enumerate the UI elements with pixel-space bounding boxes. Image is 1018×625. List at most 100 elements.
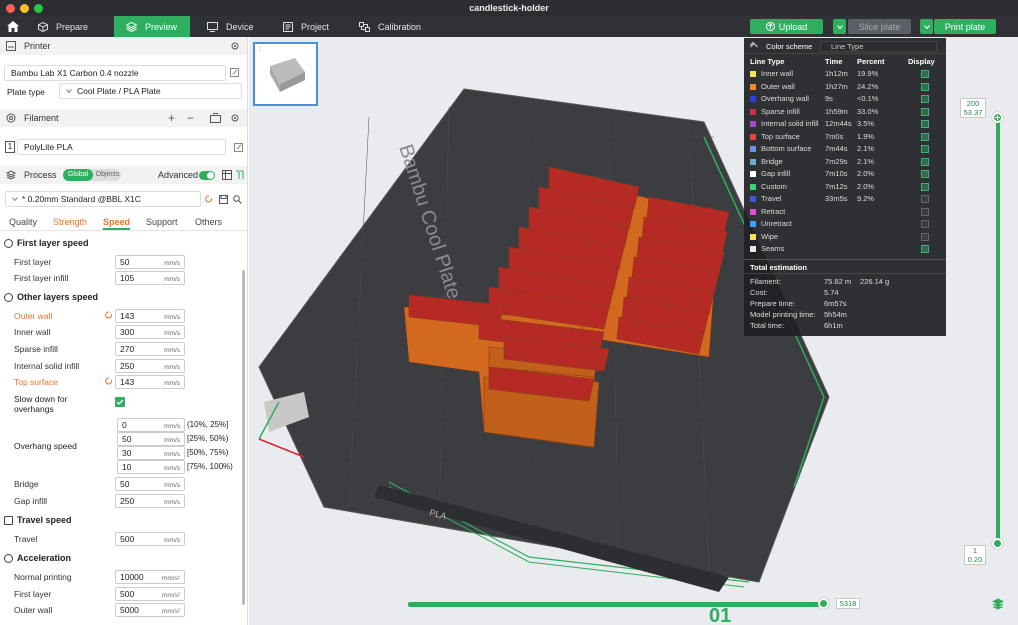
internal-solid-infill-input[interactable]: 250 mm/s: [115, 358, 185, 373]
travel-input[interactable]: 500 mm/s: [115, 531, 185, 546]
edit-icon[interactable]: [234, 143, 243, 152]
legend-row: Travel 33m5s 9.2%: [744, 193, 946, 205]
bridge-input[interactable]: 50 mm/s: [115, 476, 185, 491]
tab-device[interactable]: Device: [195, 16, 271, 37]
first-layer-infill-row: First layer infill 105 mm/s: [0, 269, 242, 286]
accel-first-layer-input[interactable]: 500 mm/s²: [115, 586, 185, 601]
printer-select[interactable]: Bambu Lab X1 Carbon 0.4 nozzle: [4, 65, 226, 81]
total-time-row: Total time: 6h1m: [750, 321, 843, 330]
plate-thumbnail[interactable]: 1: [253, 42, 318, 106]
collapse-icon[interactable]: [750, 42, 758, 48]
legend-line-type: Outer wall: [761, 81, 795, 91]
sparse-infill-input[interactable]: 270 mm/s: [115, 341, 185, 356]
filament-select[interactable]: PolyLite PLA: [17, 139, 226, 155]
legend-display-checkbox[interactable]: [921, 95, 929, 103]
global-option[interactable]: Global: [63, 169, 93, 181]
sidebar-scrollbar[interactable]: [242, 270, 245, 605]
legend-display-checkbox[interactable]: [921, 157, 929, 166]
close-window-button[interactable]: [6, 4, 15, 13]
top-surface-label: Top surface: [14, 376, 58, 387]
normal-printing-input[interactable]: 10000 mm/s²: [115, 569, 185, 584]
legend-display-checkbox[interactable]: [921, 170, 929, 178]
overhang-input-4[interactable]: 10 mm/s: [117, 459, 185, 474]
legend-display-checkbox[interactable]: [921, 70, 929, 78]
overhang-range-2: [25%, 50%): [187, 434, 229, 443]
gear-icon[interactable]: [230, 113, 240, 123]
legend-display-checkbox[interactable]: [921, 132, 929, 141]
advanced-toggle[interactable]: [199, 171, 215, 180]
add-filament-icon[interactable]: +: [168, 111, 175, 125]
legend-display-checkbox[interactable]: [921, 145, 929, 153]
tab-prepare[interactable]: Prepare: [26, 16, 102, 37]
legend-display-checkbox[interactable]: [921, 220, 929, 228]
inner-wall-input[interactable]: 300 mm/s: [115, 324, 185, 339]
layer-slider-bottom-handle[interactable]: [992, 538, 1003, 549]
legend-display-checkbox[interactable]: [921, 245, 929, 253]
accel-outer-wall-input[interactable]: 5000 mm/s²: [115, 602, 185, 617]
global-objects-toggle[interactable]: Global Objects: [63, 169, 121, 181]
first-layer-infill-input[interactable]: 105 mm/s: [115, 270, 185, 285]
acceleration-icon: [4, 553, 13, 563]
tab-quality[interactable]: Quality: [9, 217, 37, 227]
bottom-layer-label: 1 0.20: [964, 545, 986, 565]
compare-icon[interactable]: [235, 170, 244, 180]
reset-icon[interactable]: [205, 195, 213, 203]
outer-wall-input[interactable]: 143 mm/s: [115, 308, 185, 323]
tab-others[interactable]: Others: [195, 217, 222, 227]
legend-display-checkbox[interactable]: [921, 232, 929, 241]
top-surface-input[interactable]: 143 mm/s: [115, 374, 185, 389]
legend-swatch: [750, 121, 756, 127]
home-button[interactable]: [0, 21, 26, 32]
gap-infill-input[interactable]: 250 mm/s: [115, 493, 185, 508]
slow-down-overhangs-checkbox[interactable]: [115, 397, 125, 407]
layers-stack-icon[interactable]: [992, 598, 1004, 610]
table-view-icon[interactable]: [222, 170, 232, 180]
reset-icon[interactable]: [105, 377, 113, 385]
other-layers-speed-heading: Other layers speed: [4, 292, 98, 302]
reset-icon[interactable]: [105, 311, 113, 319]
legend-display-checkbox[interactable]: [921, 82, 929, 91]
legend-display-checkbox[interactable]: [921, 207, 929, 216]
travel-icon: [4, 515, 13, 525]
color-scheme-select[interactable]: Line Type: [820, 41, 937, 52]
slice-dropdown-button[interactable]: [833, 19, 846, 34]
printer-name: Bambu Lab X1 Carbon 0.4 nozzle: [11, 68, 139, 78]
color-scheme-value: Line Type: [831, 42, 864, 51]
tab-strength[interactable]: Strength: [53, 217, 87, 227]
legend-time: 7m10s: [825, 169, 848, 178]
layer-slider-track[interactable]: [996, 117, 1000, 545]
minimize-window-button[interactable]: [20, 4, 29, 13]
legend-display-checkbox[interactable]: [921, 182, 929, 191]
filament-slot-number[interactable]: 1: [5, 141, 15, 153]
first-layer-input[interactable]: 50 mm/s: [115, 254, 185, 269]
zoom-window-button[interactable]: [34, 4, 43, 13]
move-slider-track[interactable]: [408, 602, 826, 607]
remove-filament-icon[interactable]: −: [187, 111, 194, 125]
legend-display-checkbox[interactable]: [921, 107, 929, 116]
print-plate-button[interactable]: Print plate: [934, 19, 996, 34]
edit-icon[interactable]: [230, 68, 239, 77]
process-preset-select[interactable]: * 0.20mm Standard @BBL X1C: [5, 191, 201, 207]
tab-speed[interactable]: Speed: [103, 217, 131, 230]
gear-icon[interactable]: [230, 41, 240, 51]
legend-display-checkbox[interactable]: [921, 195, 929, 203]
save-icon[interactable]: [219, 195, 228, 204]
tab-calibration[interactable]: Calibration: [347, 16, 447, 37]
objects-option[interactable]: Objects: [94, 169, 121, 181]
layer-slider-top-handle[interactable]: [992, 112, 1003, 123]
tab-support[interactable]: Support: [146, 217, 178, 227]
move-slider-handle[interactable]: [818, 598, 829, 609]
ams-sync-icon[interactable]: [210, 113, 221, 123]
upload-button[interactable]: Upload: [750, 19, 823, 34]
print-dropdown-button[interactable]: [920, 19, 933, 34]
overhang-row-4: 10 mm/s [75%, 100%): [0, 458, 242, 475]
legend-display-checkbox[interactable]: [921, 120, 929, 128]
calibration-icon: [359, 21, 370, 32]
search-icon[interactable]: [233, 195, 242, 204]
tab-preview[interactable]: Preview: [114, 16, 190, 37]
tab-project[interactable]: Project: [271, 16, 347, 37]
slice-plate-button[interactable]: Slice plate: [848, 19, 911, 34]
legend-time: 1h27m: [825, 81, 848, 91]
plate-type-select[interactable]: Cool Plate / PLA Plate: [59, 83, 242, 99]
device-icon: [207, 21, 218, 32]
